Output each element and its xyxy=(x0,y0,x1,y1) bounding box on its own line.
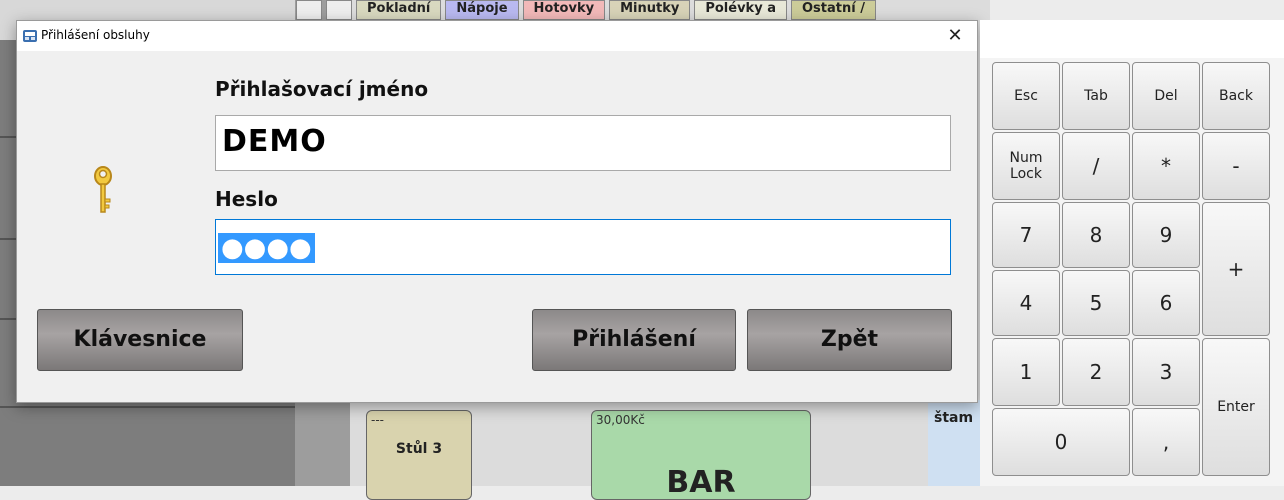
key-del[interactable]: Del xyxy=(1132,62,1200,130)
back-button[interactable]: Zpět xyxy=(747,309,952,371)
key-esc[interactable]: Esc xyxy=(992,62,1060,130)
category-tab[interactable]: Nápoje xyxy=(445,0,519,20)
password-value: ●●●● xyxy=(218,233,315,263)
password-field[interactable]: ●●●● xyxy=(215,219,951,275)
login-dialog: Přihlášení obsluhy ✕ Přihlašovací jméno … xyxy=(16,20,978,403)
key-8[interactable]: 8 xyxy=(1062,202,1130,268)
tile-title: Stůl 3 xyxy=(395,441,443,457)
key-2[interactable]: 2 xyxy=(1062,338,1130,406)
key-divide[interactable]: / xyxy=(1062,132,1130,200)
dialog-titlebar: Přihlášení obsluhy ✕ xyxy=(17,21,977,51)
category-tab[interactable]: Minutky xyxy=(609,0,691,20)
key-tab[interactable]: Tab xyxy=(1062,62,1130,130)
key-back[interactable]: Back xyxy=(1202,62,1270,130)
category-tab[interactable]: Pokladní xyxy=(356,0,442,20)
key-multiply[interactable]: * xyxy=(1132,132,1200,200)
table-tile[interactable]: --- Stůl 3 xyxy=(366,410,472,500)
background-side-note: štam xyxy=(928,400,988,486)
key-4[interactable]: 4 xyxy=(992,270,1060,336)
category-tab[interactable]: Polévky a xyxy=(694,0,787,20)
login-button[interactable]: Přihlášení xyxy=(532,309,736,371)
category-tabs: Pokladní Nápoje Hotovky Minutky Polévky … xyxy=(296,0,876,20)
tile-price: 30,00Kč xyxy=(596,413,645,427)
category-tab[interactable]: Ostatní / xyxy=(790,0,876,20)
tile-sub-label: --- xyxy=(371,413,384,427)
username-field[interactable]: DEMO xyxy=(215,115,951,171)
key-7[interactable]: 7 xyxy=(992,202,1060,268)
key-num-lock[interactable]: Num Lock xyxy=(992,132,1060,200)
key-plus[interactable]: + xyxy=(1202,202,1270,336)
dialog-title: Přihlášení obsluhy xyxy=(41,28,150,42)
key-enter[interactable]: Enter xyxy=(1202,338,1270,476)
app-icon xyxy=(23,30,37,42)
key-5[interactable]: 5 xyxy=(1062,270,1130,336)
background-divider xyxy=(0,406,295,408)
password-label: Heslo xyxy=(215,187,278,211)
category-tab-blank[interactable] xyxy=(296,0,322,20)
username-label: Přihlašovací jméno xyxy=(215,77,429,101)
category-tab[interactable]: Hotovky xyxy=(522,0,606,20)
product-tile[interactable]: 30,00Kč BAR xyxy=(591,410,811,500)
key-6[interactable]: 6 xyxy=(1132,270,1200,336)
key-minus[interactable]: - xyxy=(1202,132,1270,200)
keyboard-button[interactable]: Klávesnice xyxy=(37,309,243,371)
key-9[interactable]: 9 xyxy=(1132,202,1200,268)
key-icon xyxy=(94,166,112,213)
key-3[interactable]: 3 xyxy=(1132,338,1200,406)
username-value: DEMO xyxy=(222,124,327,159)
key-comma[interactable]: , xyxy=(1132,408,1200,476)
tile-title: BAR xyxy=(666,465,736,500)
side-note-text: štam xyxy=(934,410,974,426)
category-tab-blank[interactable] xyxy=(326,0,352,20)
keypad-header xyxy=(980,20,1284,58)
close-icon[interactable]: ✕ xyxy=(933,21,977,51)
key-1[interactable]: 1 xyxy=(992,338,1060,406)
key-0[interactable]: 0 xyxy=(992,408,1130,476)
